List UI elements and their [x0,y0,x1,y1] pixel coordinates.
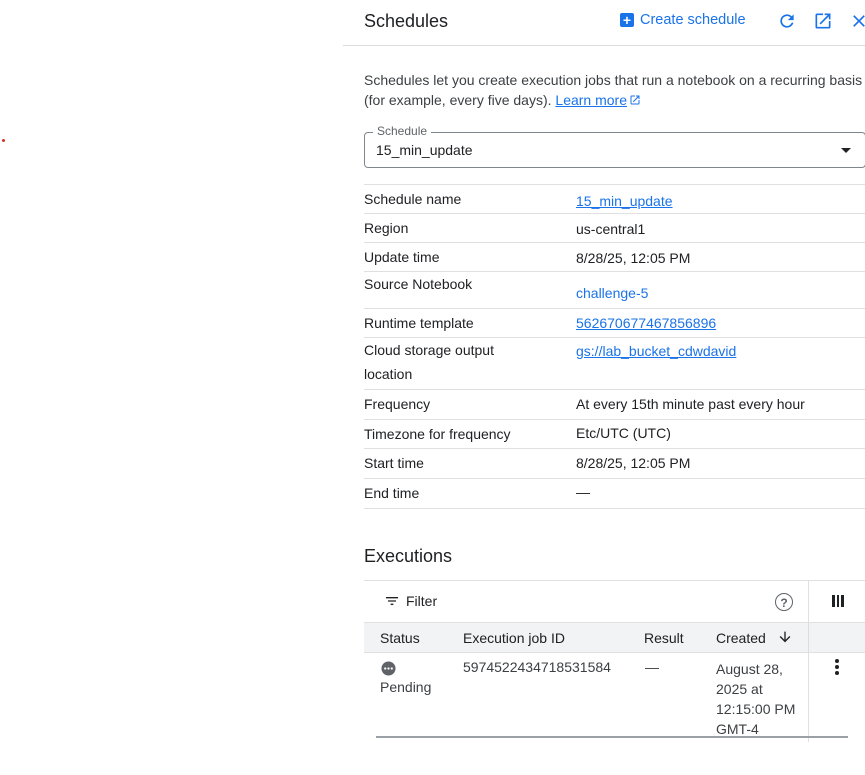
detail-row-source-notebook: Source Notebook challenge-5 [364,272,865,309]
detail-row-end-time: End time — [364,479,865,509]
pending-icon [381,661,396,676]
detail-label: Cloud storage output location [364,342,494,382]
cloud-storage-link[interactable]: gs://lab_bucket_cdwdavid [576,343,736,359]
more-actions-icon[interactable] [835,659,839,675]
divider [808,623,809,652]
detail-value: At every 15th minute past every hour [576,396,805,412]
executions-table: Filter ? Status Execution job ID Result … [364,580,865,742]
detail-value: — [576,484,590,500]
create-schedule-button[interactable]: + Create schedule [620,12,746,28]
divider [808,581,809,622]
column-header-job-id[interactable]: Execution job ID [463,630,565,646]
schedule-select-value: 15_min_update [376,142,473,158]
schedules-description: Schedules let you create execution jobs … [364,70,865,110]
result-cell: — [645,659,659,675]
detail-row-region: Region us-central1 [364,214,865,243]
detail-label: Source Notebook [364,276,473,292]
detail-row-timezone: Timezone for frequency Etc/UTC (UTC) [364,420,865,449]
detail-value: Etc/UTC (UTC) [576,425,671,441]
panel-header: Schedules + Create schedule [343,0,865,46]
job-id-cell: 5974522434718531584 [463,659,611,675]
schedules-panel: Schedules + Create schedule Schedules le… [343,0,865,775]
panel-title: Schedules [364,11,449,31]
screen: Schedules + Create schedule Schedules le… [0,0,865,775]
filter-icon [386,597,398,605]
executions-title: Executions [364,546,453,566]
detail-label: Timezone for frequency [364,426,511,442]
chevron-down-icon [841,148,851,153]
column-display-icon[interactable] [832,595,844,607]
schedule-details: Schedule name 15_min_update Region us-ce… [364,184,865,509]
table-row: Pending 5974522434718531584 — August 28,… [364,652,865,742]
help-icon[interactable]: ? [775,593,793,611]
create-schedule-label: Create schedule [640,12,746,28]
detail-label: Region [364,220,409,236]
column-header-result[interactable]: Result [644,630,684,646]
schedule-select[interactable]: Schedule 15_min_update [364,124,865,168]
detail-row-runtime-template: Runtime template 562670677467856896 [364,309,865,338]
detail-label: Start time [364,455,424,471]
detail-value: 8/28/25, 12:05 PM [576,455,691,471]
detail-label: End time [364,485,420,501]
detail-label: Runtime template [364,315,474,331]
status-text: Pending [380,679,432,695]
detail-row-schedule-name: Schedule name 15_min_update [364,185,865,214]
external-link-icon [630,95,640,105]
divider [808,652,809,742]
column-header-status[interactable]: Status [380,630,420,646]
column-header-created[interactable]: Created [716,630,766,646]
created-cell: August 28, 2025 at 12:15:00 PM GMT-4 [716,661,796,737]
detail-row-cloud-storage: Cloud storage output location gs://lab_b… [364,338,865,390]
learn-more-link[interactable]: Learn more [555,92,641,108]
detail-value: us-central1 [576,221,646,237]
filter-bar: Filter ? [364,581,865,622]
refresh-icon[interactable] [777,11,797,31]
detail-row-frequency: Frequency At every 15th minute past ever… [364,390,865,420]
detail-label: Update time [364,249,440,265]
detail-value: 8/28/25, 12:05 PM [576,250,691,266]
detail-label: Schedule name [364,191,462,207]
detail-label: Frequency [364,396,431,412]
cursor-dot [2,139,5,142]
arrow-down-icon[interactable] [777,629,793,645]
filter-button[interactable]: Filter [384,593,437,609]
source-notebook-link[interactable]: challenge-5 [576,285,648,301]
open-in-new-icon[interactable] [813,11,833,31]
table-header: Status Execution job ID Result Created [364,622,865,653]
detail-row-update-time: Update time 8/28/25, 12:05 PM [364,243,865,272]
schedule-name-link[interactable]: 15_min_update [576,193,673,209]
runtime-template-link[interactable]: 562670677467856896 [576,315,716,331]
horizontal-scrollbar[interactable] [376,736,848,738]
detail-row-start-time: Start time 8/28/25, 12:05 PM [364,449,865,479]
close-icon[interactable] [849,11,865,31]
schedule-select-label: Schedule [373,124,432,138]
add-icon: + [620,13,634,27]
filter-label: Filter [406,593,438,609]
